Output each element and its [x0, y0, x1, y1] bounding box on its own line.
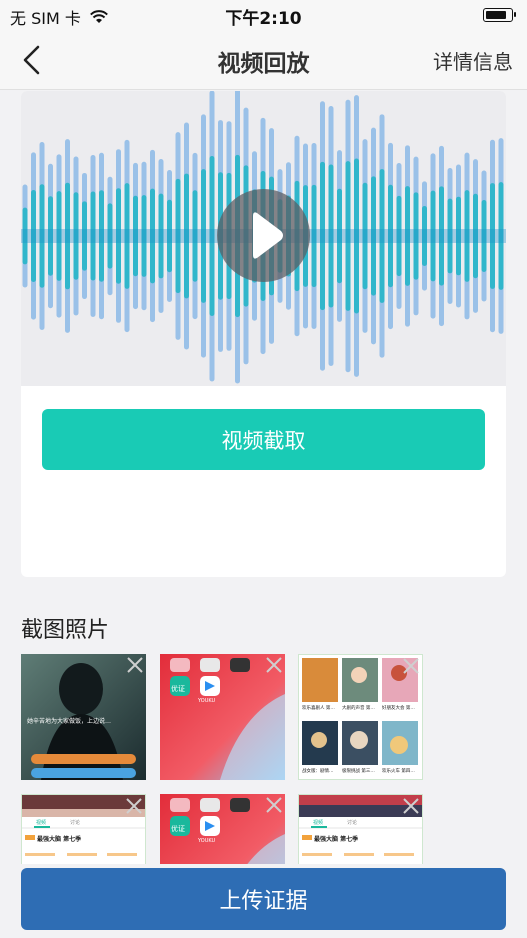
grid-caption: 战女版：剧情… [302, 769, 334, 774]
show-title: 最强大脑 第七季 [314, 836, 359, 843]
status-time: 下午2:10 [225, 9, 302, 29]
screenshot-thumb-4[interactable]: 视频 讨论 最强大脑 第七季 [21, 794, 146, 864]
tab-discussion: 讨论 [347, 820, 358, 826]
screenshots-title: 截图照片 [21, 618, 110, 643]
remove-screenshot-icon[interactable] [402, 657, 420, 675]
grid-caption: 好朋友大会 第… [382, 706, 415, 711]
show-title: 最强大脑 第七季 [37, 836, 82, 843]
app-label: 优证 [171, 825, 185, 833]
app-label: YOUKU [198, 698, 216, 704]
grid-caption: 大剧的声音 第… [342, 706, 375, 711]
nav-bar: 视频回放 详情信息 [0, 30, 527, 90]
tab-video: 视频 [313, 820, 324, 826]
video-player[interactable] [21, 91, 506, 386]
back-chevron-icon[interactable] [16, 42, 52, 78]
grid-caption: 欢乐火车 第四… [382, 769, 415, 774]
details-info-button[interactable]: 详情信息 [433, 46, 513, 75]
remove-screenshot-icon[interactable] [125, 797, 143, 815]
remove-screenshot-icon[interactable] [265, 796, 283, 814]
status-bar: 无 SIM 卡 下午2:10 [0, 0, 527, 30]
movie-subtitle: 她辛苦地为大家做饭，上边说… [27, 718, 112, 725]
remove-screenshot-icon[interactable] [402, 797, 420, 815]
video-capture-button[interactable]: 视频截取 [42, 409, 485, 470]
screenshot-thumb-6[interactable]: 视频 讨论 最强大脑 第七季 [298, 794, 423, 864]
remove-screenshot-icon[interactable] [126, 656, 144, 674]
screenshot-thumb-1[interactable]: 她辛苦地为大家做饭，上边说… [21, 654, 146, 780]
play-icon [253, 212, 283, 259]
play-button[interactable] [217, 189, 310, 282]
app-label: 优证 [171, 685, 185, 693]
grid-caption: 欢乐喜剧人 第… [302, 706, 335, 711]
upload-evidence-button[interactable]: 上传证据 [21, 868, 506, 930]
screenshot-grid: 她辛苦地为大家做饭，上边说… 优证 YOUKU 欢乐喜剧人 第… 大剧的声音 第… [21, 654, 506, 864]
app-label: YOUKU [198, 838, 216, 844]
remove-screenshot-icon[interactable] [265, 656, 283, 674]
video-card: 视频截取 [21, 91, 506, 577]
screenshot-thumb-3[interactable]: 欢乐喜剧人 第… 大剧的声音 第… 好朋友大会 第… 战女版：剧情… 极限挑战 … [298, 654, 423, 780]
screenshot-thumb-5[interactable]: 优证 YOUKU [160, 794, 285, 864]
battery-icon [483, 8, 516, 22]
grid-caption: 极限挑战 第三… [342, 769, 375, 774]
tab-discussion: 讨论 [70, 820, 81, 826]
screenshot-thumb-2[interactable]: 优证 YOUKU [160, 654, 285, 780]
tab-video: 视频 [36, 820, 47, 826]
battery-level [486, 11, 506, 19]
